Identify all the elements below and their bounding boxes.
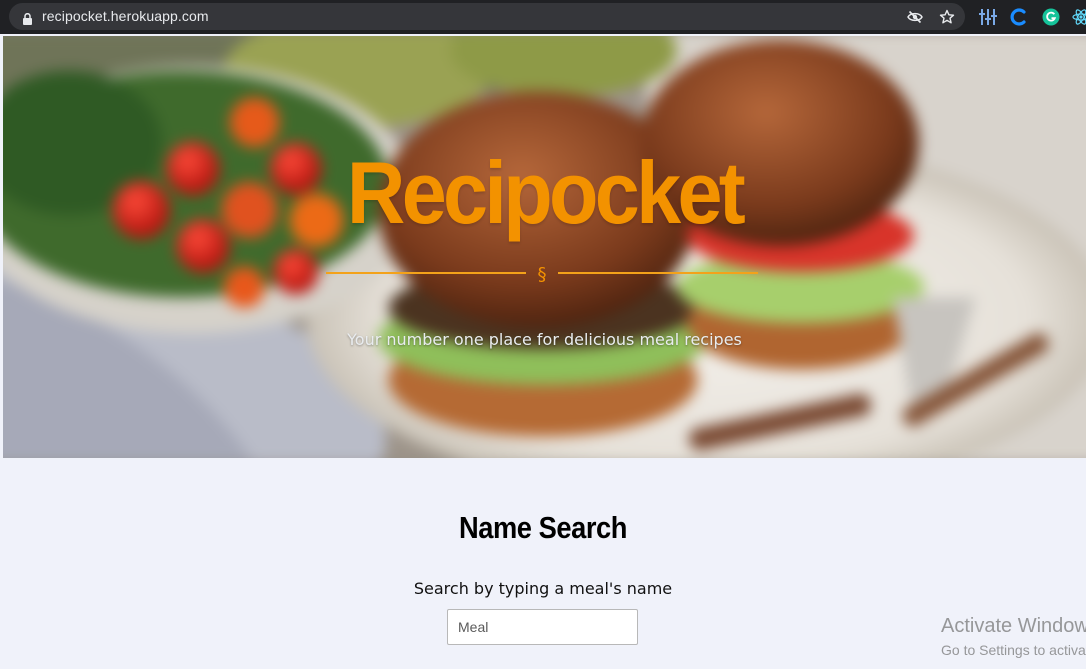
- meal-search-input[interactable]: [447, 609, 638, 645]
- lock-icon[interactable]: [23, 10, 32, 25]
- address-bar[interactable]: recipocket.herokuapp.com: [9, 3, 965, 30]
- eye-off-icon[interactable]: [907, 9, 923, 25]
- hero-banner: Recipocket § Your number one place for d…: [3, 36, 1086, 458]
- star-icon[interactable]: [939, 9, 955, 25]
- search-heading: Name Search: [458, 510, 628, 545]
- search-instructions: Search by typing a meal's name: [413, 579, 673, 598]
- url-text[interactable]: recipocket.herokuapp.com: [42, 8, 209, 24]
- name-search-section: Name Search Search by typing a meal's na…: [0, 458, 1086, 669]
- title-divider: §: [326, 264, 758, 285]
- hero-background-image: [3, 36, 1086, 458]
- react-devtools-icon[interactable]: [1072, 8, 1086, 26]
- c-extension-icon[interactable]: [1010, 8, 1028, 26]
- divider-line-right: [558, 272, 758, 274]
- divider-line-left: [326, 272, 526, 274]
- watermark-subtitle: Go to Settings to activate Windows.: [941, 642, 1086, 658]
- browser-toolbar: recipocket.herokuapp.com: [0, 0, 1086, 34]
- site-tagline: Your number one place for delicious meal…: [347, 330, 742, 349]
- windows-activation-watermark: Activate Windows Go to Settings to activ…: [941, 614, 1086, 660]
- watermark-title: Activate Windows: [941, 615, 1086, 637]
- grammarly-icon[interactable]: [1042, 8, 1060, 26]
- site-title: Recipocket: [346, 143, 746, 242]
- bars-extension-icon[interactable]: [979, 8, 997, 26]
- section-sign-icon: §: [537, 264, 547, 285]
